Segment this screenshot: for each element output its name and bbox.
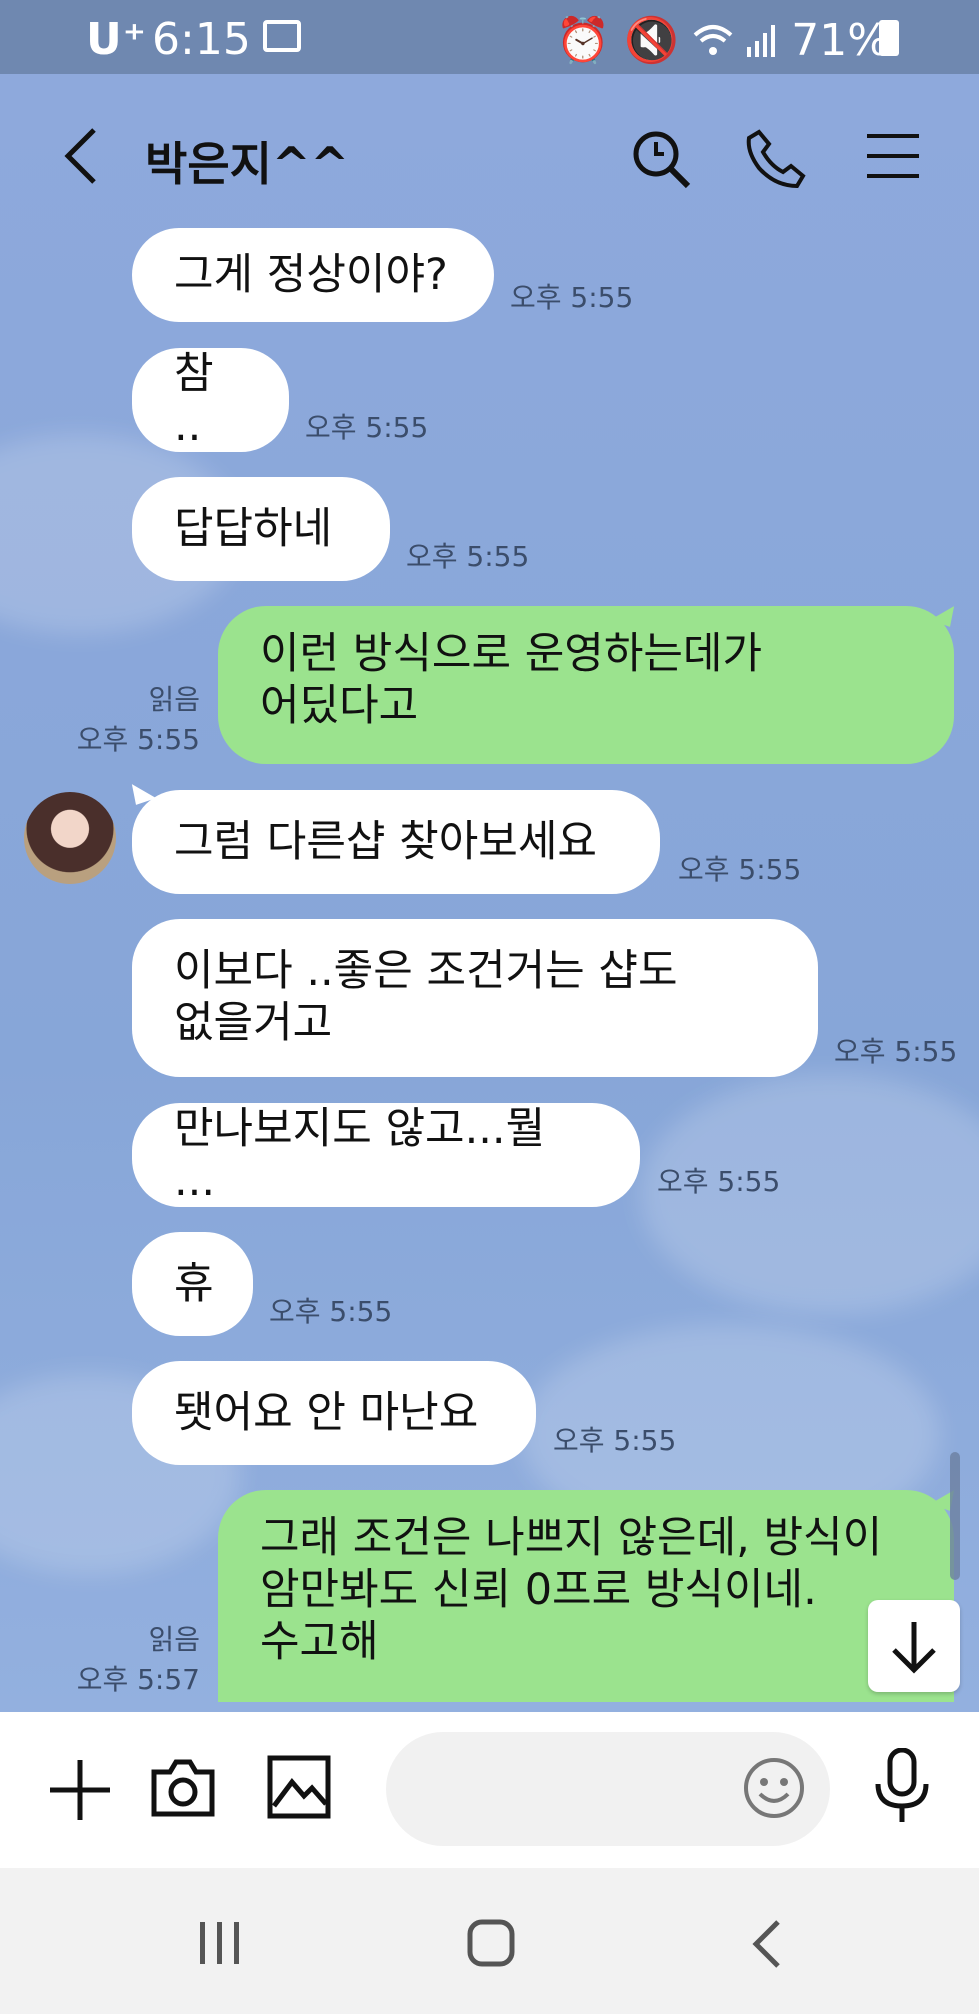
message-text: 만나보지도 않고...뭘 ... <box>174 1104 546 1206</box>
message-text: 휴 <box>174 1259 214 1309</box>
microphone-icon[interactable] <box>872 1748 932 1824</box>
menu-icon[interactable] <box>865 132 921 180</box>
message-text-line: 이런 방식으로 운영하는데가 <box>260 629 763 679</box>
message-bubble-received[interactable]: 됏어요 안 마난요 <box>132 1361 536 1465</box>
battery-percent: 71% <box>791 14 889 66</box>
read-receipt: 읽음 <box>148 1623 200 1656</box>
home-icon[interactable] <box>466 1918 516 1968</box>
status-bar: U⁺ 6:15 ⏰ 🔇 71% <box>0 0 979 74</box>
emoji-icon[interactable] <box>742 1756 806 1820</box>
scrollbar-thumb[interactable] <box>950 1452 960 1580</box>
nav-back-icon[interactable] <box>748 1918 784 1970</box>
message-time: 오후 5:55 <box>553 1424 677 1457</box>
mute-icon: 🔇 <box>624 15 680 66</box>
message-bubble-received[interactable]: 답답하네 <box>132 477 390 581</box>
camera-icon[interactable] <box>150 1754 216 1820</box>
plus-icon[interactable] <box>48 1758 112 1822</box>
gallery-notification-icon <box>263 20 301 52</box>
message-time: 오후 5:55 <box>406 540 530 573</box>
message-time: 오후 5:55 <box>269 1295 393 1328</box>
message-text: 됏어요 안 마난요 <box>174 1388 479 1438</box>
message-bubble-received[interactable]: 만나보지도 않고...뭘 ... <box>132 1103 640 1207</box>
message-text-line: 어딨다고 <box>260 681 419 731</box>
status-time: 6:15 <box>152 14 251 65</box>
search-icon[interactable] <box>630 128 692 190</box>
message-time: 오후 5:55 <box>76 723 200 756</box>
message-time: 오후 5:57 <box>76 1663 200 1696</box>
alarm-icon: ⏰ <box>555 15 611 66</box>
phone-icon[interactable] <box>745 128 807 190</box>
message-text: 참 .. <box>174 349 214 451</box>
signal-icon <box>747 23 777 57</box>
message-bubble-received[interactable]: 이보다 ..좋은 조건거는 샵도 없을거고 <box>132 919 818 1077</box>
carrier-label: U⁺ <box>86 14 147 65</box>
chat-title: 박은지^^ <box>145 137 350 191</box>
message-bubble-sent[interactable]: 그래 조건은 나쁘지 않은데, 방식이 암만봐도 신뢰 0프로 방식이네. 수고… <box>218 1490 954 1702</box>
message-time: 오후 5:55 <box>305 411 429 444</box>
message-bubble-received[interactable]: 그럼 다른샵 찾아보세요 <box>132 790 660 894</box>
avatar[interactable] <box>24 792 116 884</box>
message-time: 오후 5:55 <box>657 1165 781 1198</box>
scroll-to-bottom-button[interactable] <box>868 1600 960 1692</box>
message-text: 그럼 다른샵 찾아보세요 <box>174 817 597 867</box>
message-bubble-received[interactable]: 그게 정상이야? <box>132 228 494 322</box>
message-time: 오후 5:55 <box>678 853 802 886</box>
message-text: 답답하네 <box>174 504 333 554</box>
wifi-icon <box>693 23 733 57</box>
message-text-line: 수고해 <box>260 1617 379 1667</box>
recent-apps-icon[interactable] <box>196 1920 244 1966</box>
message-time: 오후 5:55 <box>834 1035 958 1068</box>
image-icon[interactable] <box>266 1754 332 1820</box>
message-text-line: 암만봐도 신뢰 0프로 방식이네. <box>260 1565 817 1615</box>
message-text-line: 그래 조건은 나쁘지 않은데, 방식이 <box>260 1513 883 1563</box>
message-text-line: 없을거고 <box>174 998 333 1048</box>
message-bubble-received[interactable]: 참 .. <box>132 348 289 452</box>
read-receipt: 읽음 <box>148 683 200 716</box>
message-bubble-received[interactable]: 휴 <box>132 1232 253 1336</box>
status-icons: ⏰ 🔇 71% <box>555 14 889 67</box>
back-arrow-icon[interactable] <box>60 126 100 186</box>
message-text: 그게 정상이야? <box>174 250 448 300</box>
message-bubble-sent[interactable]: 이런 방식으로 운영하는데가 어딨다고 <box>218 606 954 764</box>
message-time: 오후 5:55 <box>510 281 634 314</box>
message-text-line: 이보다 ..좋은 조건거는 샵도 <box>174 946 678 996</box>
battery-icon <box>879 20 899 56</box>
